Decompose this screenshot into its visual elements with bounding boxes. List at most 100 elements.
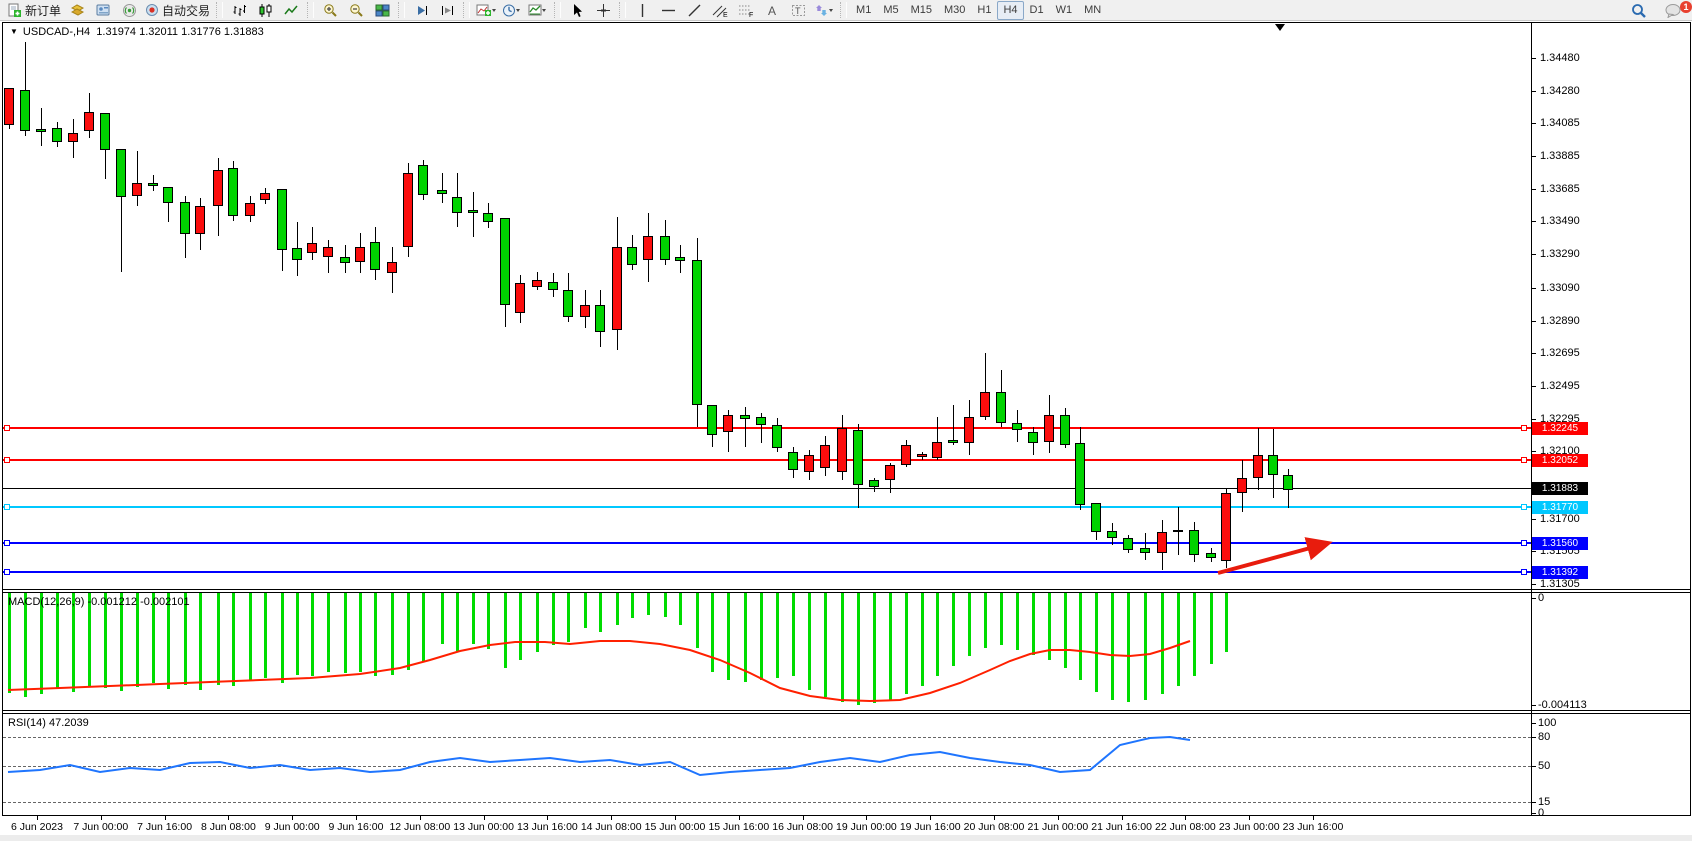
candle xyxy=(853,430,863,485)
search-icon xyxy=(1631,3,1647,19)
macd-histogram-bar xyxy=(857,593,860,705)
indicators-button[interactable] xyxy=(473,0,499,20)
price-tick-label: 1.33090 xyxy=(1540,282,1580,294)
one-click-trading-toggle[interactable]: ▼ xyxy=(10,27,18,36)
line-handle[interactable] xyxy=(1521,457,1527,463)
candle xyxy=(1075,443,1085,505)
line-handle[interactable] xyxy=(4,457,10,463)
time-tick xyxy=(675,816,676,820)
market-watch-button[interactable] xyxy=(64,0,90,20)
time-tick-label: 21 Jun 16:00 xyxy=(1091,821,1152,833)
candlestick-chart-button[interactable] xyxy=(252,0,278,20)
line-handle[interactable] xyxy=(4,504,10,510)
tab-timeframe-d1[interactable]: D1 xyxy=(1024,1,1050,20)
fibonacci-button[interactable]: F xyxy=(733,0,759,20)
toolbar-separator xyxy=(398,2,405,18)
equidistant-channel-button[interactable]: E xyxy=(707,0,733,20)
text-label-button[interactable]: T xyxy=(785,0,811,20)
search-button[interactable] xyxy=(1626,1,1652,21)
time-tick-label: 19 Jun 16:00 xyxy=(900,821,961,833)
candle xyxy=(418,165,428,195)
zoom-in-button[interactable] xyxy=(317,0,343,20)
macd-histogram-bar xyxy=(631,593,634,618)
macd-histogram-bar xyxy=(374,593,377,676)
auto-scroll-icon xyxy=(414,3,429,18)
price-tick xyxy=(1531,584,1536,585)
tile-windows-button[interactable] xyxy=(369,0,395,20)
horizontal-line[interactable] xyxy=(3,506,1531,508)
time-tick xyxy=(866,816,867,820)
notifications-button[interactable]: 1 xyxy=(1660,1,1686,21)
price-tag: 1.31560 xyxy=(1532,537,1588,550)
horizontal-line[interactable] xyxy=(3,427,1531,429)
price-tick xyxy=(1531,189,1536,190)
line-handle[interactable] xyxy=(1521,540,1527,546)
candle xyxy=(20,90,30,131)
horizontal-line[interactable] xyxy=(3,488,1531,489)
text-button[interactable]: A xyxy=(759,0,785,20)
tab-timeframe-h1[interactable]: H1 xyxy=(971,1,997,20)
candle xyxy=(260,193,270,200)
time-tick-label: 19 Jun 00:00 xyxy=(836,821,897,833)
new-order-button[interactable]: 新订单 xyxy=(4,0,64,20)
horizontal-line-button[interactable] xyxy=(655,0,681,20)
candle xyxy=(116,149,126,197)
terminal-button[interactable] xyxy=(90,0,116,20)
line-handle[interactable] xyxy=(4,569,10,575)
horizontal-line[interactable] xyxy=(3,542,1531,544)
cursor-button[interactable] xyxy=(564,0,590,20)
line-handle[interactable] xyxy=(4,425,10,431)
candle xyxy=(837,428,847,472)
time-tick xyxy=(1313,816,1314,820)
candle xyxy=(1253,455,1263,478)
bar-chart-icon xyxy=(232,3,247,18)
time-tick xyxy=(1058,816,1059,820)
arrows-icon xyxy=(814,3,834,18)
price-tick xyxy=(1531,419,1536,420)
line-handle[interactable] xyxy=(4,540,10,546)
trendline-button[interactable] xyxy=(681,0,707,20)
macd-panel-bottom-border[interactable] xyxy=(2,710,1690,711)
tab-timeframe-m1[interactable]: M1 xyxy=(850,1,877,20)
zoom-out-button[interactable] xyxy=(343,0,369,20)
tab-timeframe-mn[interactable]: MN xyxy=(1078,1,1107,20)
signals-button[interactable] xyxy=(116,0,142,20)
tab-timeframe-h4[interactable]: H4 xyxy=(997,1,1023,20)
line-handle[interactable] xyxy=(1521,504,1527,510)
horizontal-line[interactable] xyxy=(3,459,1531,461)
arrows-button[interactable] xyxy=(811,0,837,20)
horizontal-line[interactable] xyxy=(3,571,1531,573)
candle-wick xyxy=(953,405,954,445)
candle xyxy=(468,210,478,213)
macd-axis-tick xyxy=(1531,705,1536,706)
macd-histogram-bar xyxy=(696,593,699,648)
tab-timeframe-m5[interactable]: M5 xyxy=(877,1,904,20)
vertical-line-button[interactable] xyxy=(629,0,655,20)
periods-button[interactable] xyxy=(499,0,525,20)
chart-shift-button[interactable] xyxy=(434,0,460,20)
rsi-axis-tick xyxy=(1531,737,1536,738)
auto-scroll-button[interactable] xyxy=(408,0,434,20)
line-chart-button[interactable] xyxy=(278,0,304,20)
line-handle[interactable] xyxy=(1521,569,1527,575)
candle xyxy=(932,442,942,458)
crosshair-button[interactable] xyxy=(590,0,616,20)
tab-timeframe-m30[interactable]: M30 xyxy=(938,1,971,20)
trend-arrow[interactable] xyxy=(1218,544,1325,573)
time-tick-label: 13 Jun 00:00 xyxy=(453,821,514,833)
time-tick-label: 13 Jun 16:00 xyxy=(517,821,578,833)
candle xyxy=(355,247,365,262)
tab-timeframe-m15[interactable]: M15 xyxy=(905,1,938,20)
time-tick-label: 20 Jun 08:00 xyxy=(964,821,1025,833)
templates-button[interactable] xyxy=(525,0,551,20)
candle xyxy=(387,262,397,273)
line-handle[interactable] xyxy=(1521,425,1527,431)
main-panel-bottom-border[interactable] xyxy=(2,589,1690,590)
autotrading-button[interactable]: 自动交易 xyxy=(142,0,213,20)
drawing-overlay xyxy=(0,0,1692,841)
tab-timeframe-w1[interactable]: W1 xyxy=(1050,1,1079,20)
rsi-level-line xyxy=(3,766,1531,767)
candle xyxy=(100,113,110,150)
time-tick-label: 15 Jun 16:00 xyxy=(708,821,769,833)
bar-chart-button[interactable] xyxy=(226,0,252,20)
